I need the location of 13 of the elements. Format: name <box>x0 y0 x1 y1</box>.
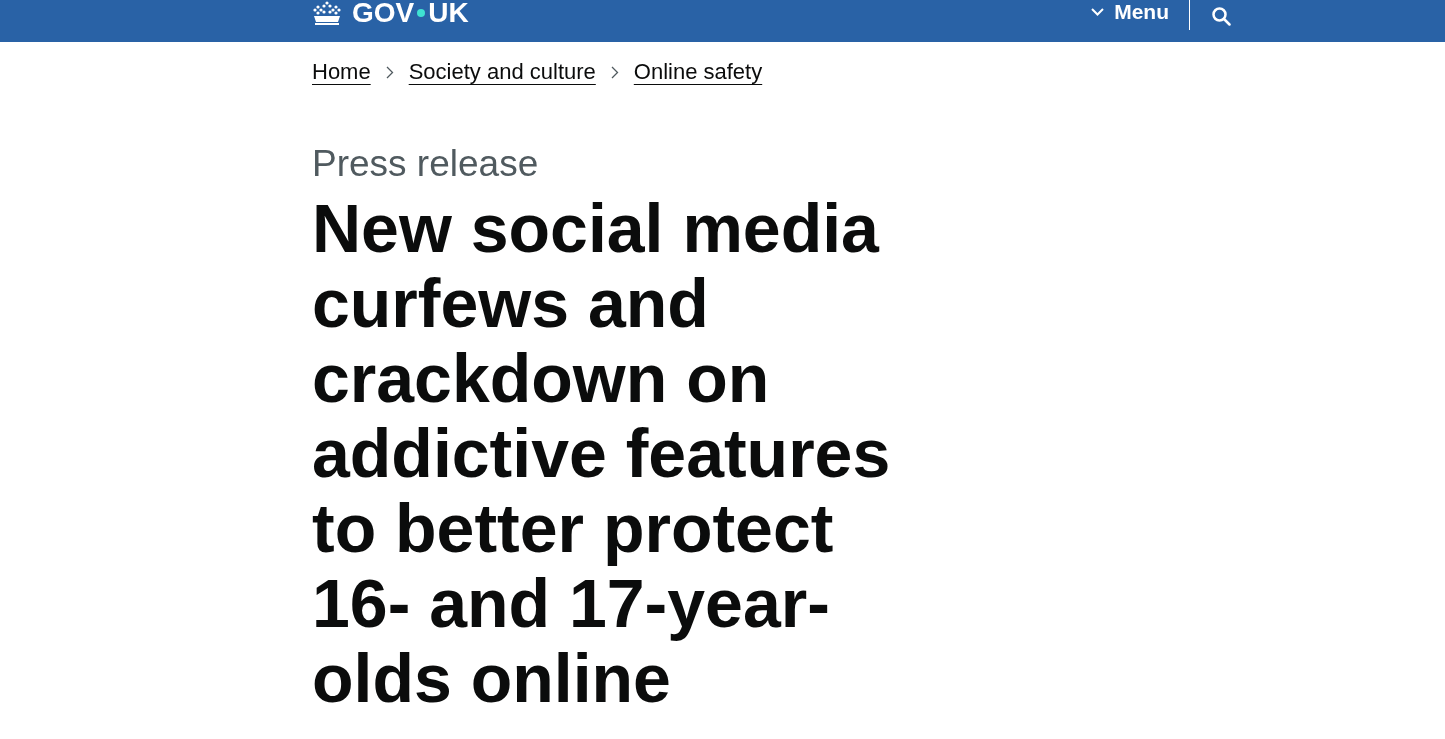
page-caption: Press release <box>312 142 540 186</box>
home-logo-link[interactable]: GOV UK <box>312 0 469 26</box>
page-title: New social media curfews and crackdown on addictive features to better protect 16- and 17-year-olds online <box>312 191 892 716</box>
chevron-icon <box>385 65 394 79</box>
chevron-icon <box>610 65 619 79</box>
dot-icon <box>417 9 426 17</box>
search-icon <box>1211 6 1231 26</box>
crown-icon <box>312 1 342 25</box>
breadcrumb-link[interactable]: Online safety <box>633 57 763 87</box>
breadcrumb-link[interactable]: Society and culture <box>408 57 596 87</box>
menu-button[interactable]: Menu <box>1091 0 1189 24</box>
breadcrumb-link[interactable]: Home <box>312 57 371 87</box>
caret-icon <box>1091 8 1105 16</box>
